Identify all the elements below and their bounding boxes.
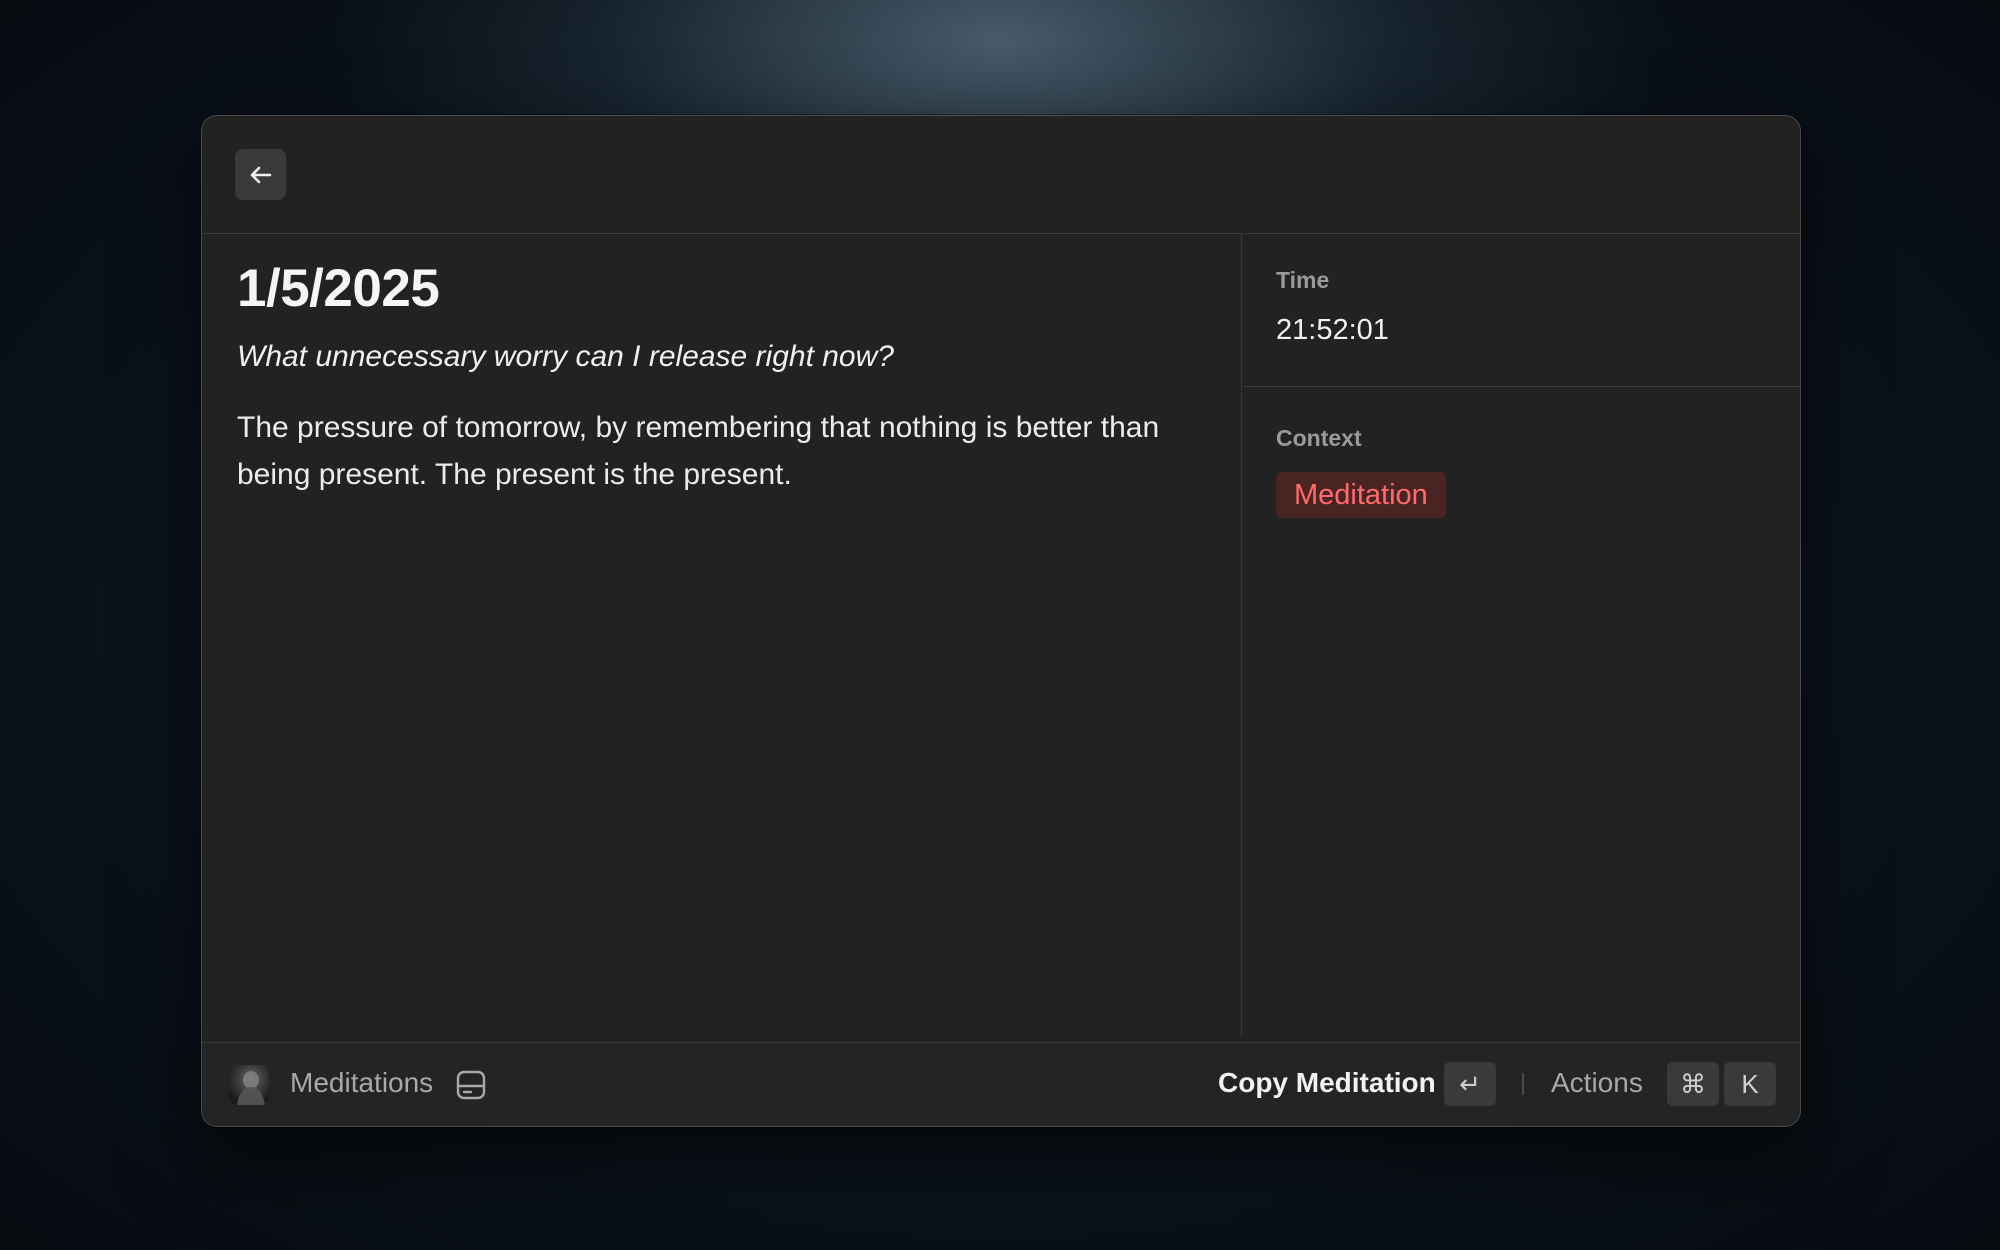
arrow-left-icon (250, 166, 271, 183)
context-label: Context (1276, 425, 1362, 451)
avatar-icon (229, 1065, 269, 1105)
time-value: 21:52:01 (1276, 314, 1389, 346)
command-key-hint: ⌘ (1667, 1062, 1719, 1106)
entry-text: The pressure of tomorrow, by remembering… (237, 411, 1160, 491)
back-button[interactable] (235, 149, 286, 200)
top-bar (202, 116, 1800, 234)
enter-key-hint: ↵ (1444, 1062, 1496, 1106)
context-tag: Meditation (1276, 472, 1446, 518)
actions-button[interactable]: Actions (1551, 1067, 1643, 1099)
copy-meditation-button[interactable]: Copy Meditation (1218, 1067, 1436, 1099)
context-section: Context Meditation (1242, 387, 1800, 587)
entry-prompt: What unnecessary worry can I release rig… (237, 340, 894, 373)
metadata-panel: Time 21:52:01 Context Meditation (1242, 234, 1800, 1036)
k-key-hint: K (1724, 1062, 1776, 1106)
action-bar: Meditations Copy Meditation ↵ Actions ⌘ … (202, 1042, 1800, 1126)
app-name: Meditations (290, 1067, 434, 1098)
app-window: 1/5/2025 What unnecessary worry can I re… (201, 115, 1801, 1127)
entry-detail: 1/5/2025 What unnecessary worry can I re… (202, 234, 1242, 1036)
time-section: Time 21:52:01 (1242, 234, 1800, 387)
time-label: Time (1276, 267, 1330, 293)
divider (1522, 1073, 1524, 1095)
drive-icon[interactable] (455, 1069, 487, 1101)
entry-date: 1/5/2025 (237, 259, 440, 318)
